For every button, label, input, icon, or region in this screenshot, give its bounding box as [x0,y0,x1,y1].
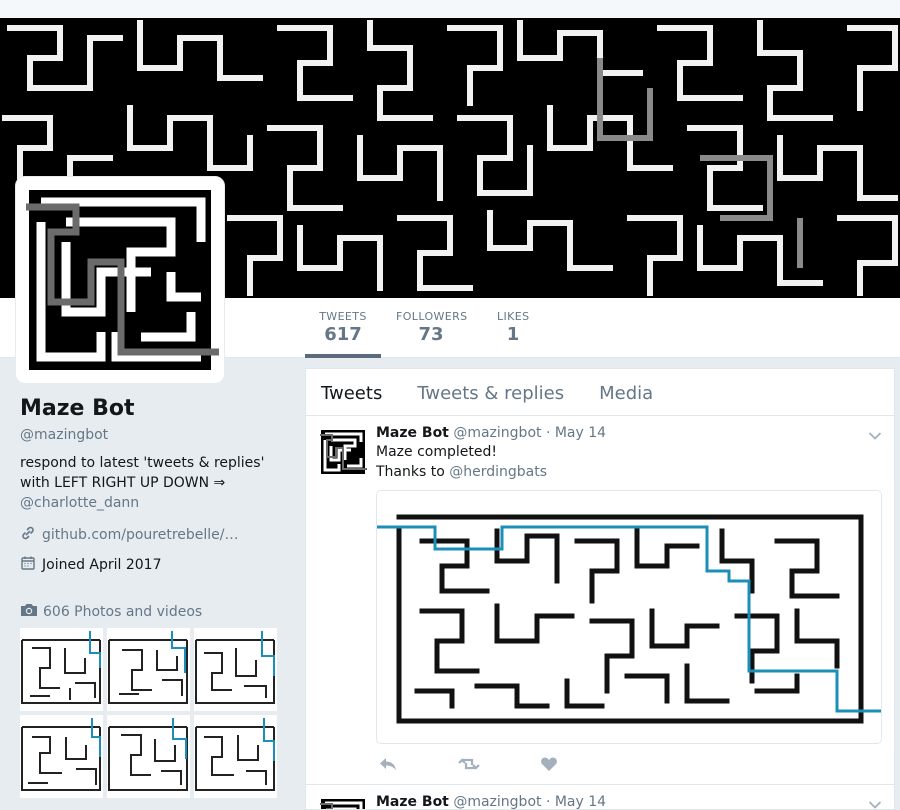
profile-joined-text: Joined April 2017 [42,557,162,573]
timeline: Tweets Tweets & replies Media Maze Bot @… [305,368,895,810]
profile-bio-text: respond to latest 'tweets & replies' wit… [20,455,265,491]
tweet[interactable]: Maze Bot @mazingbot · May 14 [306,785,894,809]
calendar-icon [20,555,36,575]
tweet-avatar[interactable] [319,428,368,476]
photo-thumbnail[interactable] [194,715,277,798]
tweet[interactable]: Maze Bot @mazingbot · May 14 Maze comple… [306,416,894,785]
tab-media[interactable]: Media [599,369,653,415]
photo-thumbnails [20,628,280,798]
tweet-timestamp[interactable]: · May 14 [546,425,606,441]
stat-followers-value: 73 [418,324,444,345]
stat-followers-label: FOLLOWERS [396,310,468,323]
tweet-header: Maze Bot @mazingbot · May 14 [376,424,882,442]
stat-tweets-value: 617 [324,324,362,345]
tweet-text-line: Maze completed! [376,444,497,460]
maze-solution-image [377,491,881,743]
stat-likes[interactable]: LIKES 1 [497,298,529,358]
photo-thumbnail[interactable] [194,628,277,711]
profile-website[interactable]: github.com/pouretrebelle/… [20,525,290,545]
photo-thumbnail[interactable] [20,715,103,798]
photo-thumbnail[interactable] [20,628,103,711]
stat-likes-label: LIKES [497,310,530,323]
tweet-avatar[interactable] [319,797,367,809]
tweet-media-image[interactable] [376,490,882,744]
profile-bio-mention-link[interactable]: @charlotte_dann [20,495,139,511]
profile-joined: Joined April 2017 [20,555,290,575]
profile-handle[interactable]: @mazingbot [20,427,290,443]
camera-icon [20,602,38,622]
tweet-actions [376,756,882,774]
photos-videos-label: 606 Photos and videos [43,604,203,620]
profile-name[interactable]: Maze Bot [20,396,290,421]
tab-tweets[interactable]: Tweets [321,369,382,415]
chevron-down-icon[interactable] [868,426,882,445]
profile-info: Maze Bot @mazingbot respond to latest 't… [20,396,290,575]
stat-likes-value: 1 [506,324,520,345]
photos-videos-link[interactable]: 606 Photos and videos [20,602,202,622]
timeline-tabs: Tweets Tweets & replies Media [306,369,894,416]
photo-thumbnail[interactable] [107,628,190,711]
profile-bio: respond to latest 'tweets & replies' wit… [20,453,290,513]
tweet-author-name[interactable]: Maze Bot [376,425,449,441]
tweet-author-name[interactable]: Maze Bot [376,794,449,809]
profile-avatar[interactable] [15,176,225,384]
tweet-text: Maze completed! Thanks to @herdingbats [376,442,882,482]
stat-followers[interactable]: FOLLOWERS 73 [396,298,468,358]
profile-website-link[interactable]: github.com/pouretrebelle/… [42,527,239,543]
tab-tweets-and-replies[interactable]: Tweets & replies [417,369,564,415]
retweet-icon[interactable] [458,756,480,774]
tweet-header: Maze Bot @mazingbot · May 14 [376,793,882,809]
tweet-author-handle[interactable]: @mazingbot [453,794,541,809]
heart-icon[interactable] [540,756,558,774]
stat-tweets-label: TWEETS [319,310,367,323]
tweet-timestamp[interactable]: · May 14 [546,794,606,809]
photo-thumbnail[interactable] [107,715,190,798]
tweet-author-handle[interactable]: @mazingbot [453,425,541,441]
tweet-text-prefix: Thanks to [376,464,450,480]
reply-icon[interactable] [378,756,398,774]
link-icon [20,525,36,545]
stat-tweets[interactable]: TWEETS 617 [305,298,381,358]
chevron-down-icon[interactable] [868,795,882,809]
tweet-mention-link[interactable]: @herdingbats [449,464,547,480]
top-strip [0,0,900,18]
avatar-maze-image [21,182,219,378]
